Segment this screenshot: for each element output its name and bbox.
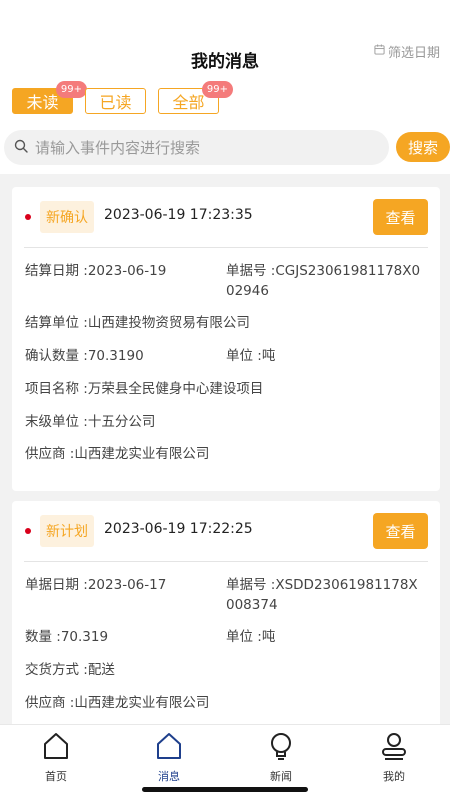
nav-home[interactable]: 首页 — [26, 731, 86, 784]
tab-read-label: 已读 — [99, 93, 132, 112]
quantity: 数量 :70.319 — [25, 629, 109, 645]
end-unit: 末级单位 :十五分公司 — [25, 414, 156, 430]
lightbulb-icon — [266, 731, 296, 765]
unit: 单位 :吨 — [226, 348, 276, 364]
user-icon — [379, 731, 409, 765]
view-button[interactable]: 查看 — [373, 513, 428, 549]
calendar-icon — [374, 44, 385, 59]
supplier: 供应商 :山西建龙实业有限公司 — [25, 446, 210, 462]
unread-dot-icon — [25, 214, 31, 220]
settle-unit: 结算单位 :山西建投物资贸易有限公司 — [25, 315, 250, 331]
tab-read[interactable]: 已读 — [85, 88, 146, 114]
tab-unread-label: 未读 — [26, 93, 59, 112]
message-list[interactable]: 新确认 2023-06-19 17:23:35 查看 结算日期 :2023-06… — [0, 174, 450, 724]
message-card-header: 新确认 2023-06-19 17:23:35 查看 — [12, 187, 440, 247]
nav-news-label: 新闻 — [270, 770, 292, 783]
message-time: 2023-06-19 17:23:35 — [104, 207, 253, 223]
message-card-header: 新计划 2023-06-19 17:22:25 查看 — [12, 501, 440, 561]
filter-date-button[interactable]: 筛选日期 — [374, 42, 440, 61]
filter-date-label: 筛选日期 — [387, 46, 440, 61]
supplier: 供应商 :山西建龙实业有限公司 — [25, 695, 210, 711]
document-number: 单据号 :XSDD23061981178X008374 — [226, 577, 418, 613]
tab-all-label: 全部 — [172, 93, 205, 112]
unread-count-badge: 99+ — [55, 81, 87, 98]
search-box[interactable] — [4, 130, 389, 165]
home-icon — [41, 731, 71, 765]
document-date: 单据日期 :2023-06-17 — [25, 577, 167, 593]
nav-home-label: 首页 — [45, 770, 67, 783]
search-button[interactable]: 搜索 — [396, 132, 450, 162]
message-icon — [154, 731, 184, 765]
nav-profile-label: 我的 — [383, 770, 405, 783]
home-indicator[interactable] — [142, 787, 308, 792]
tab-all[interactable]: 全部 99+ — [158, 81, 233, 114]
nav-messages[interactable]: 消息 — [139, 731, 199, 784]
settle-date: 结算日期 :2023-06-19 — [25, 263, 167, 279]
document-number: 单据号 :CGJS23061981178X002946 — [226, 263, 421, 299]
unit: 单位 :吨 — [226, 629, 276, 645]
divider — [24, 561, 428, 562]
search-bar: 搜索 — [0, 122, 450, 174]
confirm-quantity: 确认数量 :70.3190 — [25, 348, 144, 364]
nav-messages-label: 消息 — [158, 770, 180, 783]
project-name: 项目名称 :万荣县全民健身中心建设项目 — [25, 381, 264, 397]
divider — [24, 247, 428, 248]
all-count-badge: 99+ — [201, 81, 233, 98]
unread-dot-icon — [25, 528, 31, 534]
message-card[interactable]: 新计划 2023-06-19 17:22:25 查看 单据日期 :2023-06… — [12, 501, 440, 724]
nav-profile[interactable]: 我的 — [364, 731, 424, 784]
message-type-tag: 新确认 — [40, 201, 94, 233]
nav-news[interactable]: 新闻 — [251, 731, 311, 784]
tab-unread[interactable]: 未读 99+ — [12, 81, 87, 114]
message-time: 2023-06-19 17:22:25 — [104, 521, 253, 537]
message-card[interactable]: 新确认 2023-06-19 17:23:35 查看 结算日期 :2023-06… — [12, 187, 440, 491]
delivery-method: 交货方式 :配送 — [25, 662, 115, 678]
view-button[interactable]: 查看 — [373, 199, 428, 235]
header: 我的消息 筛选日期 — [0, 0, 450, 76]
tab-bar: 未读 99+ 已读 全部 99+ — [0, 76, 450, 122]
search-input[interactable] — [35, 138, 365, 157]
message-type-tag: 新计划 — [40, 515, 94, 547]
search-icon — [14, 138, 35, 157]
